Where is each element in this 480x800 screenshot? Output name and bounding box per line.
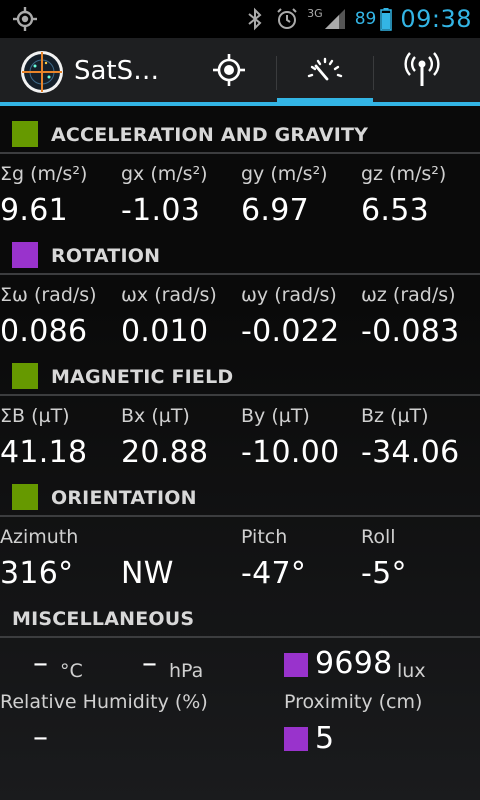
acceleration-label-sum: Σg (m/s²) — [0, 163, 88, 185]
app-title: SatS… — [74, 56, 160, 86]
magnetic-value-x: 20.88 — [121, 435, 209, 470]
magnetic-value-z: -34.06 — [361, 435, 460, 470]
selected-tab-indicator — [277, 98, 373, 106]
section-header-misc: MISCELLANEOUS — [0, 600, 480, 638]
magnetic-value-y: -10.00 — [241, 435, 340, 470]
proximity-value: 5 — [315, 721, 335, 756]
status-bar: 3G 89 09:38 — [0, 0, 480, 38]
section-title: ORIENTATION — [51, 487, 197, 509]
action-bar: SatS… — [0, 38, 480, 106]
rotation-value-x: 0.010 — [121, 314, 209, 349]
bluetooth-icon — [248, 7, 262, 31]
gps-icon — [13, 7, 37, 31]
rotation-color-swatch[interactable] — [12, 242, 38, 268]
proximity-color-swatch[interactable] — [284, 727, 308, 751]
temperature-unit: °C — [60, 660, 83, 682]
section-header-rotation: ROTATION — [0, 237, 480, 275]
acceleration-label-y: gy (m/s²) — [241, 163, 328, 185]
section-header-magnetic: MAGNETIC FIELD — [0, 358, 480, 396]
pressure-unit: hPa — [169, 660, 204, 682]
section-title: MISCELLANEOUS — [12, 608, 195, 630]
magnetic-value-sum: 41.18 — [0, 435, 88, 470]
orientation-value-azimuth: 316° — [0, 556, 74, 591]
rotation-label-z: ωz (rad/s) — [361, 284, 456, 306]
gauge-icon — [307, 57, 343, 81]
rotation-label-y: ωy (rad/s) — [241, 284, 337, 306]
tab-signal[interactable] — [374, 38, 470, 102]
acceleration-value-z: 6.53 — [361, 193, 429, 228]
antenna-icon — [404, 52, 440, 86]
rotation-value-y: -0.022 — [241, 314, 340, 349]
orientation-label-roll: Roll — [361, 526, 396, 548]
light-color-swatch[interactable] — [284, 653, 308, 677]
magnetic-color-swatch[interactable] — [12, 363, 38, 389]
acceleration-label-z: gz (m/s²) — [361, 163, 447, 185]
pressure-value: – — [142, 646, 157, 681]
rotation-value-sum: 0.086 — [0, 314, 88, 349]
magnetic-label-sum: ΣB (µT) — [0, 405, 70, 427]
network-type-label: 3G — [307, 6, 323, 20]
signal-icon — [324, 9, 345, 29]
acceleration-value-x: -1.03 — [121, 193, 201, 228]
light-unit: lux — [397, 660, 426, 682]
acceleration-color-swatch[interactable] — [12, 121, 38, 147]
section-title: ROTATION — [51, 245, 161, 267]
gps-crosshair-icon — [213, 54, 245, 86]
orientation-value-pitch: -47° — [241, 556, 307, 591]
humidity-value: – — [33, 720, 48, 755]
light-value: 9698 — [315, 646, 393, 681]
section-title: ACCELERATION AND GRAVITY — [51, 124, 369, 146]
magnetic-label-y: By (µT) — [241, 405, 310, 427]
battery-percent: 89 — [354, 9, 377, 29]
alarm-icon — [277, 8, 297, 29]
section-title: MAGNETIC FIELD — [51, 366, 234, 388]
acceleration-value-sum: 9.61 — [0, 193, 68, 228]
magnetic-label-z: Bz (µT) — [361, 405, 429, 427]
app-logo-icon[interactable] — [18, 48, 66, 96]
acceleration-label-x: gx (m/s²) — [121, 163, 208, 185]
battery-icon — [380, 8, 393, 31]
orientation-label-pitch: Pitch — [241, 526, 288, 548]
orientation-value-direction: NW — [121, 556, 174, 591]
temperature-value: – — [33, 646, 48, 681]
section-header-orientation: ORIENTATION — [0, 479, 480, 517]
orientation-value-roll: -5° — [361, 556, 407, 591]
proximity-label: Proximity (cm) — [284, 691, 423, 713]
rotation-label-sum: Σω (rad/s) — [0, 284, 97, 306]
rotation-label-x: ωx (rad/s) — [121, 284, 217, 306]
acceleration-value-y: 6.97 — [241, 193, 309, 228]
orientation-color-swatch[interactable] — [12, 484, 38, 510]
tab-gps[interactable] — [182, 38, 276, 102]
humidity-label: Relative Humidity (%) — [0, 691, 208, 713]
magnetic-label-x: Bx (µT) — [121, 405, 190, 427]
tab-sensors[interactable] — [277, 38, 373, 102]
orientation-label-azimuth: Azimuth — [0, 526, 79, 548]
rotation-value-z: -0.083 — [361, 314, 460, 349]
clock: 09:38 — [400, 5, 472, 33]
section-header-acceleration: ACCELERATION AND GRAVITY — [0, 116, 480, 154]
